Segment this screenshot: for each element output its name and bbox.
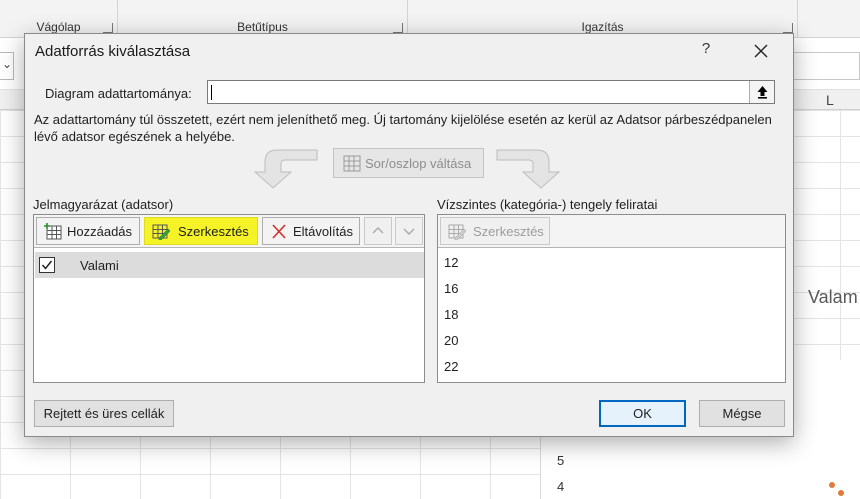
legend-entries-panel: Hozzáadás Szerkesztés Eltávolítás Valami xyxy=(33,214,425,383)
chevron-down-icon: ⌄ xyxy=(2,57,13,71)
legend-toolbar: Hozzáadás Szerkesztés Eltávolítás xyxy=(34,215,424,248)
switch-row-column-icon xyxy=(343,155,361,172)
remove-series-label: Eltávolítás xyxy=(293,224,353,239)
series-checkbox[interactable] xyxy=(39,257,55,273)
dialog-launcher-icon[interactable] xyxy=(393,23,403,33)
arrow-right-icon xyxy=(496,149,561,189)
axis-labels-label: Vízszintes (kategória-) tengely felirata… xyxy=(437,197,658,212)
dialog-title: Adatforrás kiválasztása xyxy=(35,43,191,60)
add-table-icon xyxy=(44,223,62,240)
edit-series-button[interactable]: Szerkesztés xyxy=(144,217,258,245)
range-label-text: Diagram adattartománya: xyxy=(45,86,192,101)
add-series-label: Hozzáadás xyxy=(67,224,133,239)
close-button[interactable] xyxy=(749,39,773,63)
add-series-button[interactable]: Hozzáadás xyxy=(36,217,140,245)
edit-table-icon xyxy=(448,224,466,240)
switch-row-column-button[interactable]: Sor/oszlop váltása xyxy=(333,148,484,178)
close-icon xyxy=(754,44,768,58)
hidden-empty-cells-button[interactable]: Rejtett és üres cellák xyxy=(34,400,174,427)
checkmark-icon xyxy=(41,260,53,270)
range-warning-text: Az adattartomány túl összetett, ezért ne… xyxy=(34,112,772,144)
chart-title[interactable]: Valam xyxy=(808,287,858,308)
chevron-up-icon xyxy=(372,227,384,234)
ok-button[interactable]: OK xyxy=(599,400,686,427)
move-down-button[interactable] xyxy=(395,217,423,245)
series-list-item[interactable]: Valami xyxy=(35,252,424,278)
formula-bar-input[interactable] xyxy=(790,52,860,80)
edit-axis-labels-label: Szerkesztés xyxy=(473,224,544,239)
arrow-left-icon xyxy=(253,149,318,189)
ribbon-group-clipboard-label: Vágólap xyxy=(36,20,81,34)
ribbon-group-font-label: Betűtípus xyxy=(237,20,288,34)
select-data-source-dialog: Adatforrás kiválasztása ? Diagram adatta… xyxy=(24,33,794,437)
axis-labels-panel: Szerkesztés 12 16 18 20 22 xyxy=(437,214,786,383)
axis-label-item: 22 xyxy=(444,359,459,374)
switch-button-label: Sor/oszlop váltása xyxy=(365,156,472,171)
axis-label-item: 20 xyxy=(444,333,459,348)
chart-axis-tick: 5 xyxy=(557,453,565,468)
collapse-dialog-button[interactable] xyxy=(749,81,774,103)
dialog-launcher-icon[interactable] xyxy=(103,23,113,33)
collapse-arrow-icon xyxy=(757,86,768,99)
help-button[interactable]: ? xyxy=(697,40,715,62)
edit-series-label: Szerkesztés xyxy=(178,224,249,239)
legend-entries-label: Jelmagyarázat (adatsor) xyxy=(33,197,174,212)
chart-data-point[interactable] xyxy=(838,490,844,496)
remove-x-icon xyxy=(272,224,286,239)
axis-label-item: 18 xyxy=(444,307,459,322)
edit-axis-labels-button[interactable]: Szerkesztés xyxy=(440,217,550,245)
chart-data-range-label: Diagram adattartománya: xyxy=(45,86,192,101)
dialog-launcher-icon[interactable] xyxy=(783,23,793,33)
move-up-button[interactable] xyxy=(364,217,392,245)
edit-table-icon xyxy=(152,224,170,240)
axis-label-item: 12 xyxy=(444,255,459,270)
text-caret xyxy=(211,85,212,100)
chevron-down-icon xyxy=(403,228,415,235)
axis-label-item: 16 xyxy=(444,281,459,296)
series-name: Valami xyxy=(80,258,119,273)
column-header-l[interactable]: L xyxy=(826,92,834,108)
name-box-dropdown[interactable]: ⌄ xyxy=(0,52,14,80)
chart-data-point[interactable] xyxy=(829,482,835,488)
axis-toolbar: Szerkesztés xyxy=(438,215,785,248)
ribbon-group-alignment-label: Igazítás xyxy=(581,20,624,34)
chart-data-range-input[interactable] xyxy=(207,80,775,104)
cancel-button[interactable]: Mégse xyxy=(699,400,785,427)
chart-axis-tick: 4 xyxy=(557,479,565,494)
remove-series-button[interactable]: Eltávolítás xyxy=(262,217,360,245)
